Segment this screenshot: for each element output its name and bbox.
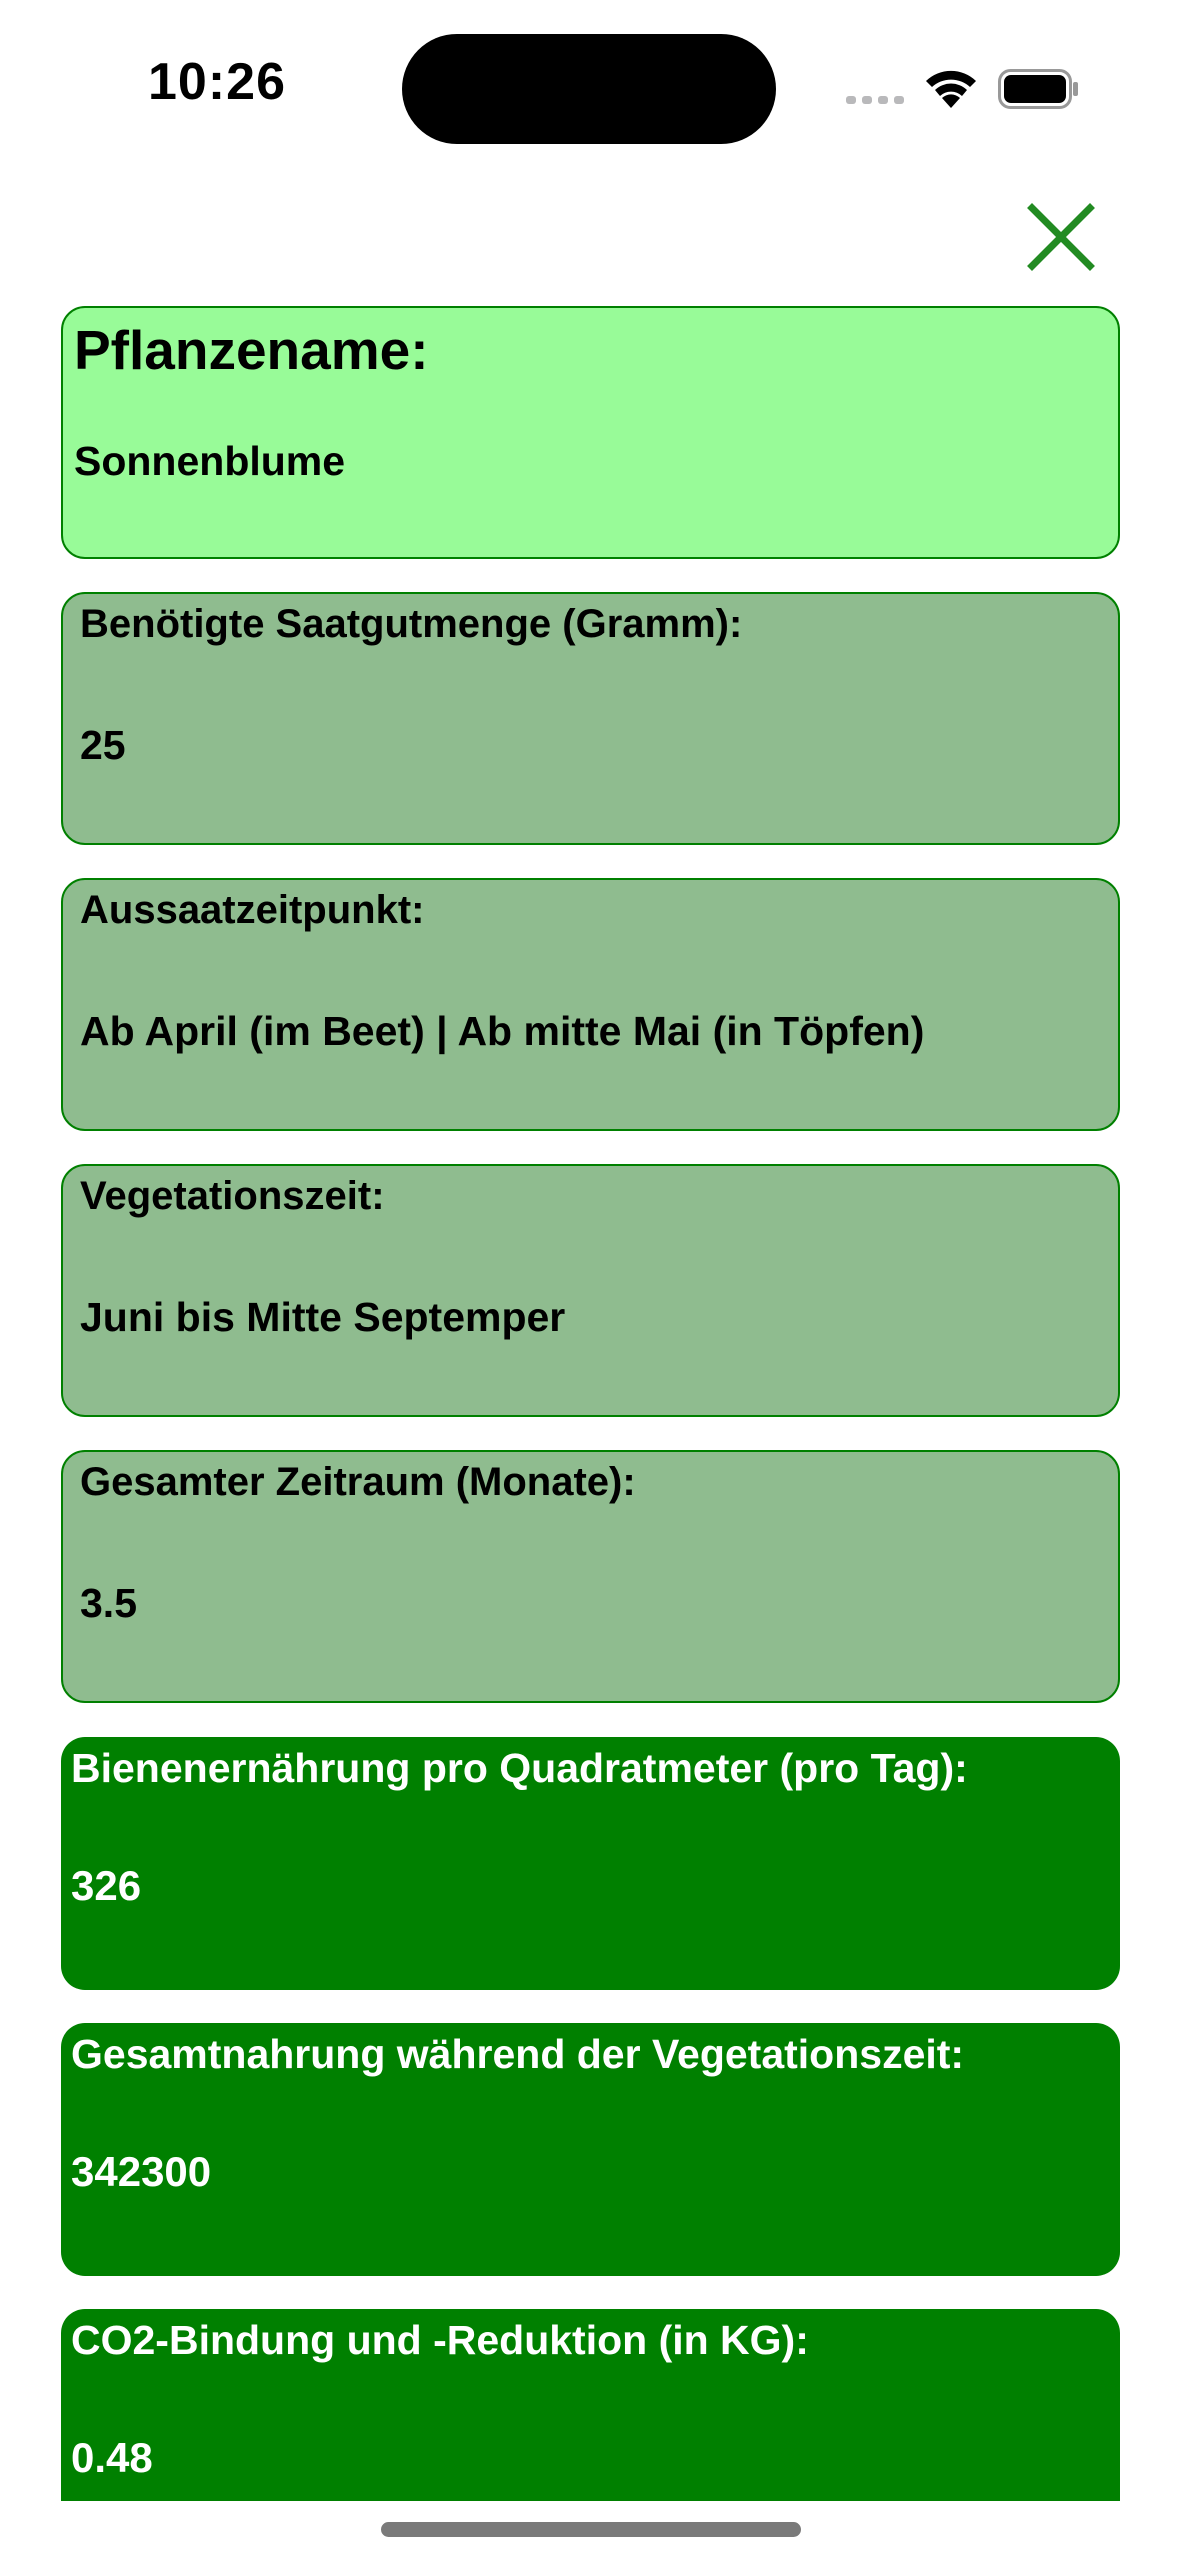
home-indicator[interactable] <box>381 2522 801 2537</box>
total-nutrition-card: Gesamtnahrung während der Vegetationszei… <box>61 2023 1120 2276</box>
co2-label: CO2-Bindung und -Reduktion (in KG): <box>71 2317 809 2363</box>
total-period-value: 3.5 <box>80 1580 137 1626</box>
total-period-card: Gesamter Zeitraum (Monate): 3.5 <box>61 1450 1120 1703</box>
seed-amount-value: 25 <box>80 722 126 768</box>
plant-name-value: Sonnenblume <box>74 438 346 484</box>
seed-amount-card: Benötigte Saatgutmenge (Gramm): 25 <box>61 592 1120 845</box>
plant-name-card: Pflanzename: Sonnenblume <box>61 306 1120 559</box>
wifi-icon <box>926 70 976 108</box>
vegetation-period-label: Vegetationszeit: <box>80 1174 385 1218</box>
status-bar: 10:26 <box>0 0 1179 150</box>
bee-nutrition-card: Bienenernährung pro Quadratmeter (pro Ta… <box>61 1737 1120 1990</box>
close-icon[interactable] <box>1024 200 1098 274</box>
total-nutrition-value: 342300 <box>71 2148 212 2195</box>
vegetation-period-card: Vegetationszeit: Juni bis Mitte Septempe… <box>61 1164 1120 1417</box>
seed-amount-label: Benötigte Saatgutmenge (Gramm): <box>80 602 743 646</box>
sowing-time-card: Aussaatzeitpunkt: Ab April (im Beet) | A… <box>61 878 1120 1131</box>
bee-nutrition-label: Bienenernährung pro Quadratmeter (pro Ta… <box>71 1745 968 1791</box>
co2-value: 0.48 <box>71 2434 153 2481</box>
plant-name-label: Pflanzename: <box>74 319 429 381</box>
total-nutrition-label: Gesamtnahrung während der Vegetationszei… <box>71 2031 965 2077</box>
dynamic-island <box>402 34 776 144</box>
status-time: 10:26 <box>148 53 286 111</box>
vegetation-period-value: Juni bis Mitte Septemper <box>80 1294 566 1340</box>
signal-dots-icon <box>846 96 906 104</box>
total-period-label: Gesamter Zeitraum (Monate): <box>80 1460 636 1504</box>
co2-card: CO2-Bindung und -Reduktion (in KG): 0.48 <box>61 2309 1120 2501</box>
sowing-time-label: Aussaatzeitpunkt: <box>80 888 425 932</box>
bee-nutrition-value: 326 <box>71 1862 142 1909</box>
sowing-time-value: Ab April (im Beet) | Ab mitte Mai (in Tö… <box>80 1008 925 1054</box>
battery-icon <box>998 69 1078 109</box>
